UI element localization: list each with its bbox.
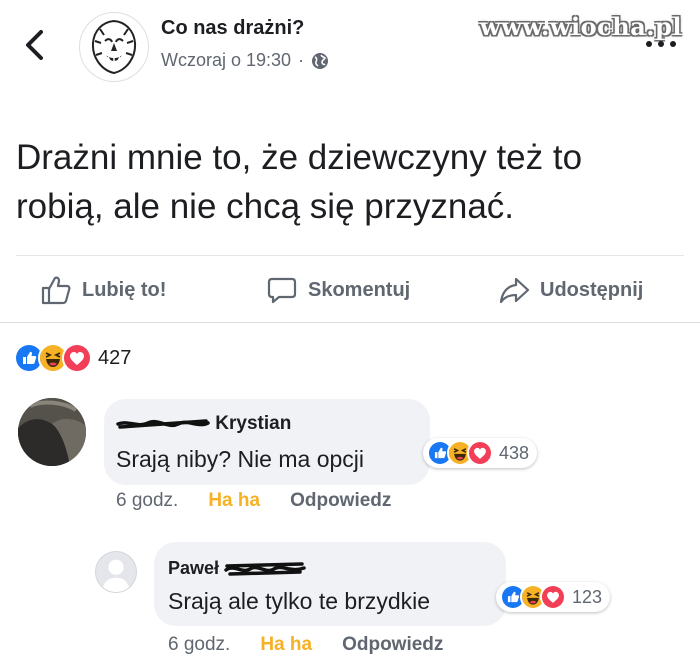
divider: [0, 322, 700, 323]
comment-reactions-badge[interactable]: 438: [423, 438, 538, 468]
lion-logo-icon: [91, 19, 137, 75]
comment-reaction-count: 438: [499, 442, 530, 463]
love-reaction-icon: [62, 343, 92, 373]
share-button[interactable]: Udostępnij: [498, 268, 643, 312]
reply-link[interactable]: Odpowiedz: [342, 634, 443, 656]
comment-text: Srają niby? Nie ma opcji: [116, 446, 365, 472]
reaction-icons: [427, 440, 493, 466]
comment-meta: 6 godz. Ha ha Odpowiedz: [168, 634, 443, 656]
comment-bubble-icon: [267, 277, 297, 304]
comment-author-name: Paweł: [168, 558, 220, 578]
share-arrow-icon: [499, 277, 530, 304]
like-label: Lubię to!: [82, 278, 167, 301]
meta-separator: ·: [298, 50, 305, 70]
thumbs-up-icon: [41, 276, 71, 305]
comment-reaction-count: 123: [572, 586, 603, 607]
haha-reaction-link[interactable]: Ha ha: [208, 490, 260, 512]
reply-link[interactable]: Odpowiedz: [290, 490, 391, 512]
comment-time[interactable]: 6 godz.: [168, 634, 230, 656]
page-name[interactable]: Co nas drażni?: [161, 17, 304, 40]
name-redaction-scribble: [224, 562, 306, 576]
post-text: Drażni mnie to, że dziewczyny też to rob…: [16, 138, 583, 226]
default-profile-icon: [96, 552, 136, 592]
comment-label: Skomentuj: [308, 278, 411, 301]
haha-reaction-link[interactable]: Ha ha: [260, 634, 312, 656]
comment-author[interactable]: Paweł: [168, 558, 306, 579]
reaction-icons: [500, 584, 566, 610]
love-reaction-icon: [467, 440, 493, 466]
comment-text: Srają ale tylko te brzydkie: [168, 588, 431, 614]
comment-reactions-badge[interactable]: 123: [496, 582, 611, 612]
reaction-icons: [14, 343, 92, 373]
comment-author[interactable]: Krystian: [116, 413, 291, 435]
commenter-avatar[interactable]: [18, 398, 86, 466]
page-avatar[interactable]: [79, 12, 149, 82]
watermark: www.wiocha.pl: [479, 12, 682, 41]
post-meta: Wczoraj o 19:30 ·: [161, 50, 329, 71]
name-redaction-scribble: [116, 419, 210, 429]
share-label: Udostępnij: [540, 278, 644, 301]
reactions-count: 427: [98, 346, 132, 369]
globe-icon: [312, 52, 329, 69]
commenter-avatar[interactable]: [95, 551, 137, 593]
comment-author-name: Krystian: [215, 413, 292, 434]
post-time[interactable]: Wczoraj o 19:30: [161, 50, 291, 71]
back-arrow-icon[interactable]: [22, 28, 48, 62]
avatar-photo: [18, 398, 86, 466]
comment-button[interactable]: Skomentuj: [266, 268, 410, 312]
reactions-summary[interactable]: 427: [14, 343, 131, 373]
more-options-icon[interactable]: [644, 40, 678, 48]
love-reaction-icon: [540, 584, 566, 610]
comment-meta: 6 godz. Ha ha Odpowiedz: [116, 490, 391, 512]
like-button[interactable]: Lubię to!: [40, 268, 166, 312]
comment-time[interactable]: 6 godz.: [116, 490, 178, 512]
divider: [16, 255, 684, 256]
